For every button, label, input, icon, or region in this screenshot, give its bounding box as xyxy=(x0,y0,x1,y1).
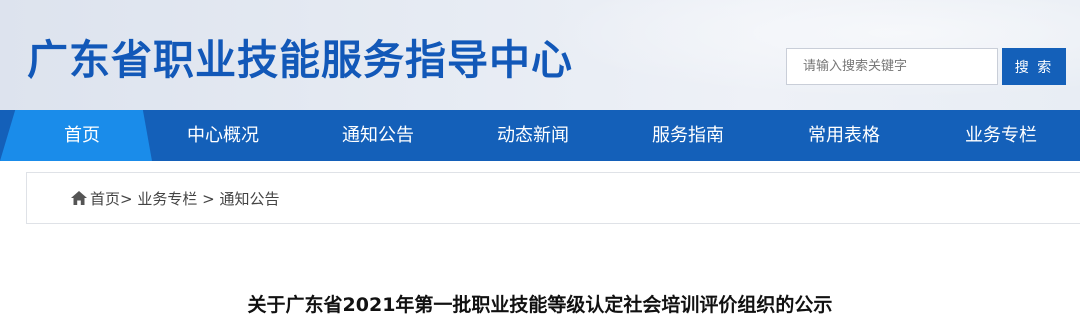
site-header: 广东省职业技能服务指导中心 搜 索 xyxy=(0,0,1080,110)
nav-item-service-guide[interactable]: 服务指南 xyxy=(617,110,759,161)
breadcrumb-row: 首页> 业务专栏 > 通知公告 xyxy=(71,173,280,225)
nav-item-notices[interactable]: 通知公告 xyxy=(307,110,449,161)
breadcrumb-link-business-column[interactable]: 业务专栏 xyxy=(137,190,197,208)
nav-item-common-forms[interactable]: 常用表格 xyxy=(773,110,915,161)
nav-item-business-column[interactable]: 业务专栏 xyxy=(930,110,1072,161)
main-nav: 首页 中心概况 通知公告 动态新闻 服务指南 常用表格 业务专栏 xyxy=(0,110,1080,161)
breadcrumb-separator: > xyxy=(202,190,215,208)
breadcrumb-home-link[interactable]: 首页 xyxy=(90,190,120,208)
article-title: 关于广东省2021年第一批职业技能等级认定社会培训评价组织的公示 xyxy=(247,294,833,316)
nav-item-home[interactable]: 首页 xyxy=(12,110,152,161)
site-title[interactable]: 广东省职业技能服务指导中心 xyxy=(27,26,573,86)
nav-item-news[interactable]: 动态新闻 xyxy=(462,110,604,161)
search-button[interactable]: 搜 索 xyxy=(1002,48,1066,85)
breadcrumb-link-notices[interactable]: 通知公告 xyxy=(220,190,280,208)
search-input[interactable] xyxy=(786,48,998,85)
breadcrumb: 首页> 业务专栏 > 通知公告 xyxy=(26,172,1080,224)
home-icon xyxy=(71,191,87,205)
nav-item-center-overview[interactable]: 中心概况 xyxy=(152,110,294,161)
breadcrumb-separator: > xyxy=(120,190,133,208)
